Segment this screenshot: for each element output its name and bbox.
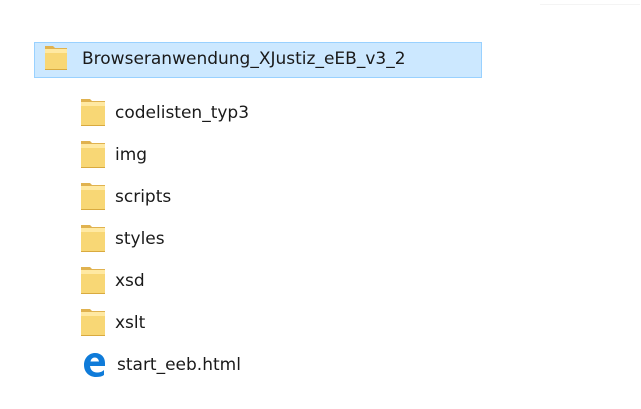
tree-item-label: Browseranwendung_XJustiz_eEB_v3_2 [82,49,406,69]
folder-icon [80,223,106,258]
tree-item-start-eeb-html[interactable]: start_eeb.html [80,349,241,383]
edge-html-file-icon [80,349,108,383]
tree-item-label: codelisten_typ3 [115,103,250,123]
folder-icon [80,307,106,342]
folder-icon [80,265,106,300]
tree-item-label: xslt [115,313,146,333]
folder-tree: Browseranwendung_XJustiz_eEB_v3_2 codeli… [0,0,641,409]
tree-item-xslt[interactable]: xslt [80,307,145,341]
tree-item-label: scripts [115,187,172,207]
tree-item-label: start_eeb.html [117,355,241,375]
tree-item-label: img [115,145,148,165]
folder-icon [80,139,106,174]
folder-icon [80,181,106,216]
tree-item-styles[interactable]: styles [80,223,165,257]
tree-item-codelisten-typ3[interactable]: codelisten_typ3 [80,97,249,131]
folder-icon [80,97,106,132]
tree-item-root-folder[interactable]: Browseranwendung_XJustiz_eEB_v3_2 [34,42,482,78]
tree-item-scripts[interactable]: scripts [80,181,171,215]
tree-item-xsd[interactable]: xsd [80,265,145,299]
tree-item-label: styles [115,229,165,249]
folder-icon [44,44,68,76]
tree-item-img[interactable]: img [80,139,147,173]
tree-item-label: xsd [115,271,145,291]
